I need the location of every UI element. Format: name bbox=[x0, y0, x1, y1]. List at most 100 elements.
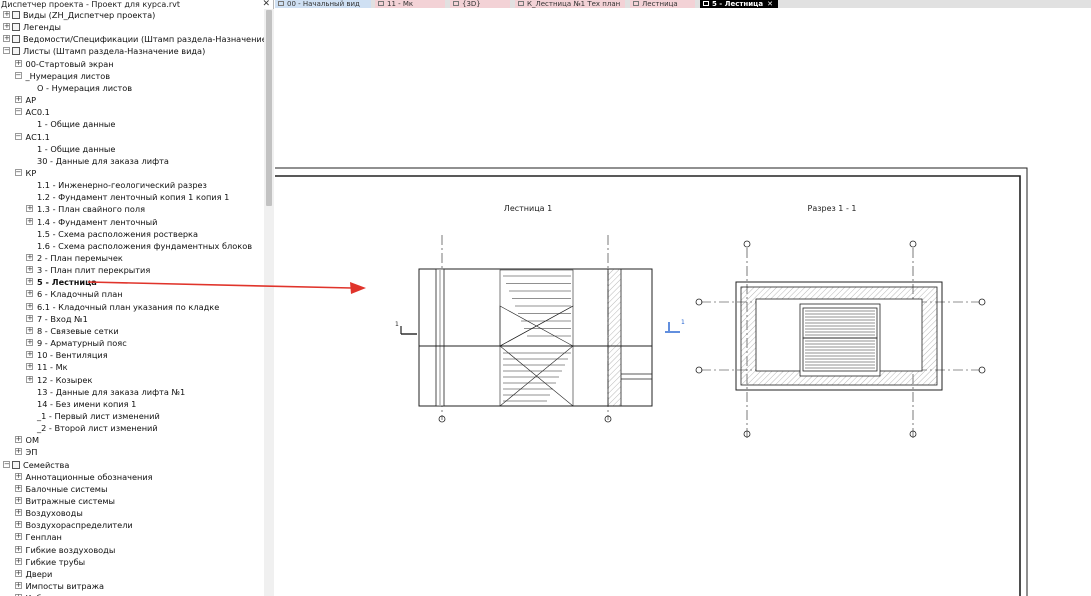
expand-icon[interactable]: + bbox=[14, 497, 22, 504]
tree-item[interactable]: + Гибкие трубы bbox=[0, 556, 264, 568]
tree-item[interactable]: +6 - Кладочный план bbox=[0, 288, 264, 300]
tree-item[interactable]: 14 - Без имени копия 1 bbox=[0, 398, 264, 410]
tree-item[interactable]: − Семейства bbox=[0, 459, 264, 471]
expand-icon[interactable]: + bbox=[26, 351, 33, 359]
tree-item[interactable]: _1 - Первый лист изменений bbox=[0, 410, 264, 422]
view-title-stair-plan[interactable]: Лестница 1 bbox=[504, 204, 552, 213]
view-title-section[interactable]: Разрез 1 - 1 bbox=[808, 204, 857, 213]
expand-icon[interactable]: + bbox=[26, 266, 33, 274]
expand-icon[interactable]: + bbox=[14, 521, 22, 529]
expand-icon[interactable]: + bbox=[26, 254, 33, 261]
expand-icon[interactable]: + bbox=[26, 205, 33, 213]
expand-icon[interactable]: + bbox=[14, 472, 22, 480]
tree-item[interactable]: +9 - Арматурный пояс bbox=[0, 337, 264, 349]
expand-icon[interactable]: + bbox=[3, 23, 10, 31]
tree-item[interactable]: +1.4 - Фундамент ленточный bbox=[0, 216, 264, 228]
tree-item[interactable]: + ЭП bbox=[0, 446, 264, 458]
expand-icon[interactable]: + bbox=[26, 326, 33, 334]
drawing-area[interactable]: Лестница 1 Разрез 1 - 1 1 1 bbox=[275, 8, 1091, 596]
collapse-icon[interactable]: − bbox=[14, 108, 22, 116]
tree-item[interactable]: + ОМ bbox=[0, 434, 264, 446]
tree-item[interactable]: +10 - Вентиляция bbox=[0, 349, 264, 361]
tree-item[interactable]: + Импосты витража bbox=[0, 580, 264, 592]
tree-item[interactable]: + Двери bbox=[0, 568, 264, 580]
tree-item[interactable]: +2 - План перемычек bbox=[0, 252, 264, 264]
tree-item[interactable]: +1.3 - План свайного поля bbox=[0, 203, 264, 215]
tree-item[interactable]: + Балочные системы bbox=[0, 483, 264, 495]
tree-item[interactable]: + Гибкие воздуховоды bbox=[0, 544, 264, 556]
tree-item[interactable]: +00-Стартовый экран bbox=[0, 58, 264, 70]
expand-icon[interactable]: + bbox=[14, 557, 22, 565]
tree-item[interactable]: _2 - Второй лист изменений bbox=[0, 422, 264, 434]
view-tab[interactable]: К_Лестница №1 Тех план bbox=[515, 0, 625, 8]
tree-item[interactable]: +Кабели bbox=[0, 592, 264, 596]
tree-item[interactable]: − Листы (Штамп раздела-Назначение вида) bbox=[0, 45, 264, 57]
tree-item[interactable]: 1.2 - Фундамент ленточный копия 1 копия … bbox=[0, 191, 264, 203]
tree-item[interactable]: 1.5 - Схема расположения ростверка bbox=[0, 228, 264, 240]
tree-item[interactable]: +5 - Лестница bbox=[0, 276, 264, 288]
collapse-icon[interactable]: − bbox=[14, 168, 22, 176]
collapse-icon[interactable]: − bbox=[14, 71, 22, 79]
tree-item[interactable]: − _Нумерация листов bbox=[0, 70, 264, 82]
view-tab[interactable]: Лестница bbox=[630, 0, 695, 8]
expand-icon[interactable]: + bbox=[14, 436, 22, 444]
scrollbar-thumb[interactable] bbox=[266, 10, 272, 206]
tree-item[interactable]: − КР bbox=[0, 167, 264, 179]
collapse-icon[interactable]: − bbox=[3, 47, 10, 55]
expand-icon[interactable]: + bbox=[26, 375, 33, 383]
expand-icon[interactable]: + bbox=[14, 582, 22, 590]
collapse-icon[interactable]: − bbox=[3, 460, 10, 468]
project-browser-panel: Диспетчер проекта - Проект для курса.rvt… bbox=[0, 0, 274, 596]
expand-icon[interactable]: + bbox=[14, 533, 22, 541]
tree-item[interactable]: + Легенды bbox=[0, 21, 264, 33]
expand-icon[interactable]: + bbox=[14, 448, 22, 456]
expand-icon[interactable]: + bbox=[14, 484, 22, 492]
tree-item[interactable]: 1 - Общие данные bbox=[0, 143, 264, 155]
tree-item[interactable]: 1.6 - Схема расположения фундаментных бл… bbox=[0, 240, 264, 252]
view-tab[interactable]: 11 - Мк bbox=[375, 0, 445, 8]
view-tab[interactable]: 5 - Лестница ✕ bbox=[700, 0, 778, 8]
expand-icon[interactable]: + bbox=[3, 11, 10, 18]
tree-item[interactable]: − АС0.1 bbox=[0, 106, 264, 118]
tree-item[interactable]: 1 - Общие данные bbox=[0, 118, 264, 130]
tree-item[interactable]: + АР bbox=[0, 94, 264, 106]
tree-item[interactable]: + Витражные системы bbox=[0, 495, 264, 507]
tree-item[interactable]: +3 - План плит перекрытия bbox=[0, 264, 264, 276]
tree-item[interactable]: +8 - Связевые сетки bbox=[0, 325, 264, 337]
view-tab[interactable]: {3D} bbox=[450, 0, 510, 8]
expand-icon[interactable]: + bbox=[26, 363, 33, 371]
tree-item[interactable]: + Воздухораспределители bbox=[0, 519, 264, 531]
expand-icon[interactable]: + bbox=[26, 314, 33, 322]
tree-item[interactable]: +11 - Мк bbox=[0, 361, 264, 373]
expand-icon[interactable]: + bbox=[26, 278, 33, 286]
tree-item[interactable]: + Генплан bbox=[0, 531, 264, 543]
collapse-icon[interactable]: − bbox=[14, 132, 22, 140]
tree-item[interactable]: +7 - Вход №1 bbox=[0, 313, 264, 325]
tree-item[interactable]: 1.1 - Инженерно-геологический разрез bbox=[0, 179, 264, 191]
tree-item[interactable]: +12 - Козырек bbox=[0, 374, 264, 386]
expand-icon[interactable]: + bbox=[14, 545, 22, 553]
expand-icon[interactable]: + bbox=[14, 509, 22, 517]
tree-item[interactable]: + Воздуховоды bbox=[0, 507, 264, 519]
tree-item[interactable]: +6.1 - Кладочный план указания по кладке bbox=[0, 301, 264, 313]
expand-icon[interactable]: + bbox=[26, 339, 33, 347]
tree-item-label: 14 - Без имени копия 1 bbox=[37, 398, 137, 409]
tree-item[interactable]: 13 - Данные для заказа лифта №1 bbox=[0, 386, 264, 398]
tree-item[interactable]: + Ведомости/Спецификации (Штамп раздела-Н… bbox=[0, 33, 264, 45]
expand-icon[interactable]: + bbox=[26, 290, 33, 298]
tree-item[interactable]: О - Нумерация листов bbox=[0, 82, 264, 94]
tree-item[interactable]: 30 - Данные для заказа лифта bbox=[0, 155, 264, 167]
tree-item-label: Гибкие трубы bbox=[25, 556, 86, 567]
view-tab[interactable]: 00 - Начальный вид bbox=[275, 0, 371, 8]
expand-icon[interactable]: + bbox=[3, 35, 10, 43]
close-icon[interactable]: ✕ bbox=[262, 0, 270, 9]
expand-icon[interactable]: + bbox=[26, 217, 33, 225]
close-tab-icon[interactable]: ✕ bbox=[767, 0, 773, 8]
expand-icon[interactable]: + bbox=[14, 96, 22, 104]
tree-item[interactable]: − АС1.1 bbox=[0, 131, 264, 143]
tree-item[interactable]: + Виды (ZH_Диспетчер проекта) bbox=[0, 9, 264, 21]
tree-item[interactable]: + Аннотационные обозначения bbox=[0, 471, 264, 483]
expand-icon[interactable]: + bbox=[26, 302, 33, 310]
expand-icon[interactable]: + bbox=[14, 59, 22, 67]
expand-icon[interactable]: + bbox=[14, 569, 22, 577]
